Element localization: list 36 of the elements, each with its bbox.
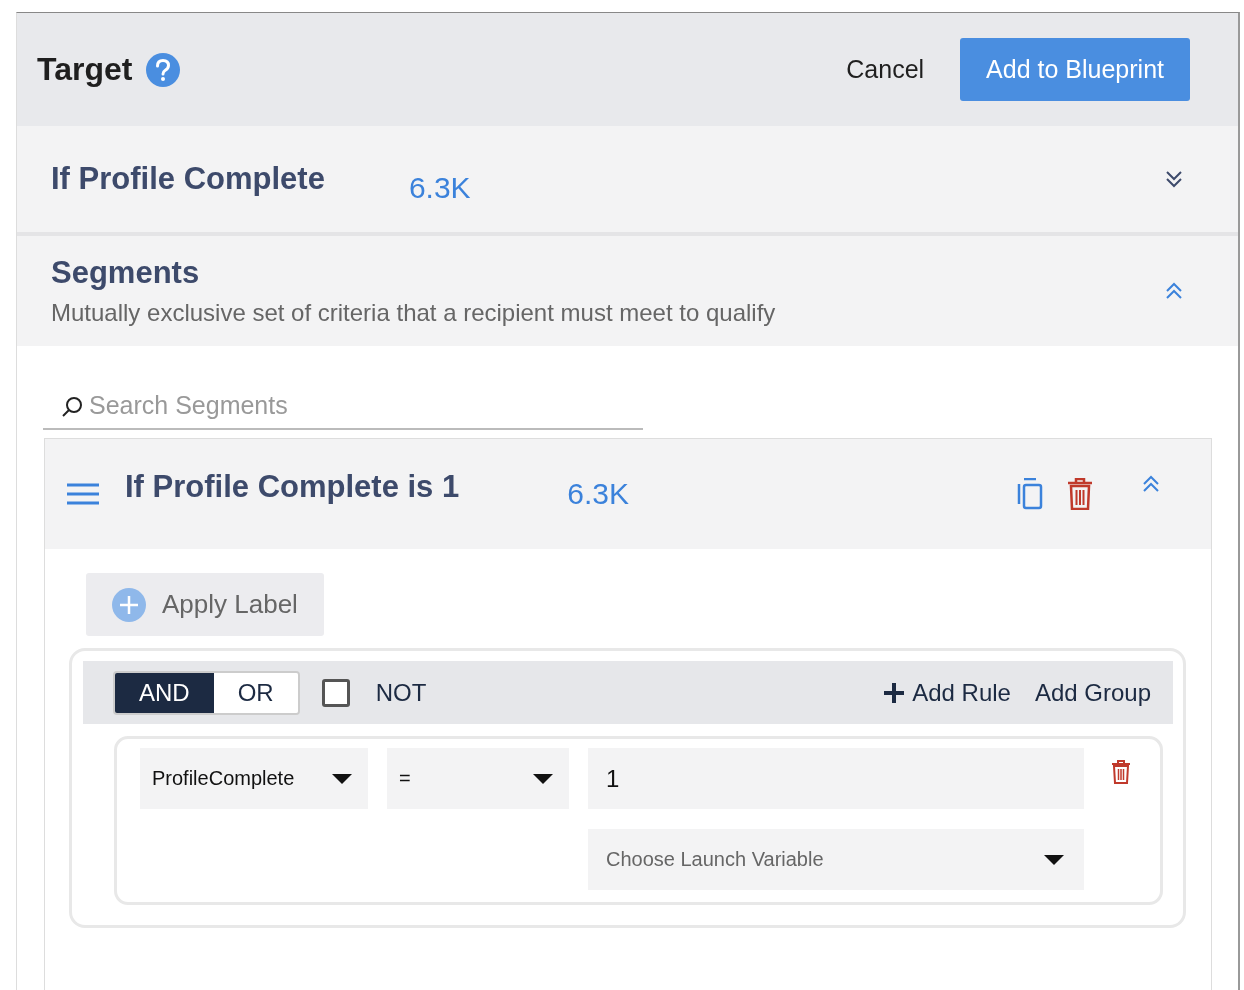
logic-toggle[interactable]: OR [213,672,298,713]
caret-icon [1044,853,1064,866]
logic-toggle[interactable]: AND [115,672,214,713]
section-title: Segments [51,255,200,291]
search-icon [61,396,83,418]
add-group-button[interactable]: Add Group [1034,678,1151,707]
help-icon[interactable] [146,52,181,87]
audience-count: 6.3K [567,477,629,511]
section-header[interactable]: If Profile Complete 6.3K [17,126,1238,236]
caret-icon [332,772,352,785]
trash-icon[interactable] [1067,478,1093,510]
add-rule-button[interactable]: Add Rule [884,678,1011,707]
copy-icon[interactable] [1017,478,1043,510]
launch-variable-dropdown[interactable]: Choose Launch Variable [588,829,1084,890]
collapse-chevron-icon[interactable] [1164,281,1184,301]
trash-icon[interactable] [1110,760,1131,784]
segment-title: If Profile Complete is 1 [125,469,460,505]
plus-icon [884,682,905,703]
collapse-chevron-icon[interactable] [1141,474,1161,494]
section-title: If Profile Complete [51,161,325,197]
section-header[interactable]: Segments Mutually exclusive set of criteria that a recipient must meet to qualify [17,236,1238,346]
not-checkbox[interactable] [321,678,350,707]
caret-icon [533,772,553,785]
not-label: NOT [375,678,427,707]
page-title: Target [37,51,133,88]
operator-dropdown[interactable]: = [387,748,569,809]
expand-chevron-icon[interactable] [1164,169,1184,189]
search-field[interactable]: Search Segments [43,382,643,430]
value-field[interactable]: 1 [588,748,1084,809]
cancel-button[interactable]: Cancel [846,51,925,88]
apply-label-button[interactable]: Apply Label [86,573,324,636]
section-description: Mutually exclusive set of criteria that a recipient must meet to qualify [51,299,776,327]
audience-count: 6.3K [408,171,471,205]
plus-circle-icon [112,587,146,622]
drag-handle-icon[interactable] [67,483,99,505]
field-dropdown[interactable]: ProfileComplete [140,748,368,809]
